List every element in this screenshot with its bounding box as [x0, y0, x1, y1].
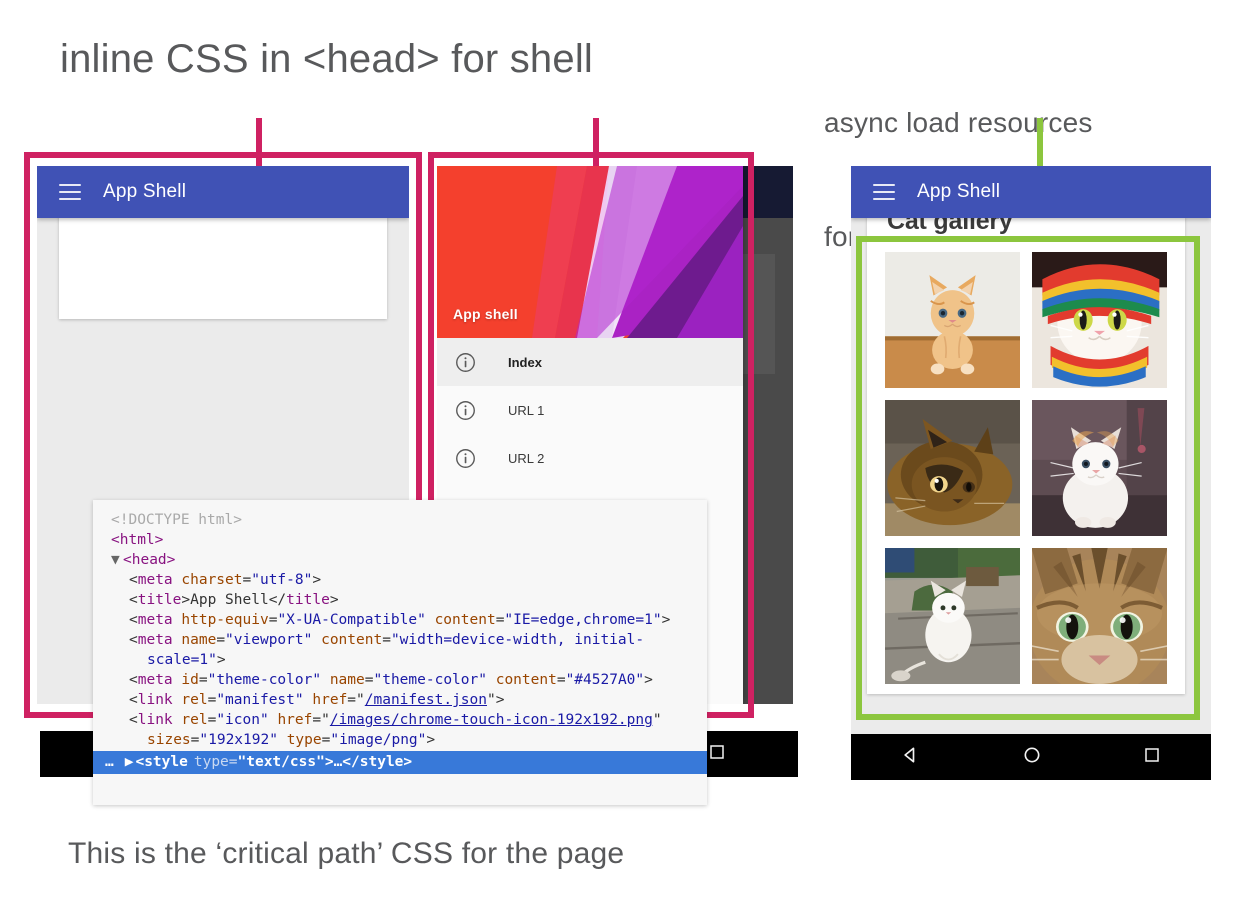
content-attr-token: content — [321, 632, 382, 648]
meta-tag-token: meta — [138, 572, 173, 588]
devtools-elements-panel[interactable]: <!DOCTYPE html> <html> ▼<head> <meta cha… — [93, 500, 707, 805]
viewport-value-token: "viewport" — [225, 632, 312, 648]
caption-inline-css: inline CSS in <head> for shell — [60, 32, 593, 86]
hamburger-menu-icon[interactable] — [59, 184, 81, 200]
sizes-attr-token: sizes — [147, 732, 191, 748]
icon-href-link-part1[interactable]: /images/chrome-touch-icon- — [330, 712, 557, 728]
themecolor-name-token: "theme-color" — [373, 672, 487, 688]
code-line-meta-httpequiv: <meta http-equiv="X-UA-Compatible" conte… — [93, 610, 707, 630]
icon-rel-token: "icon" — [216, 712, 268, 728]
code-line-link-icon: <link rel="icon" href="/images/chrome-to… — [93, 710, 707, 750]
name-attr-token: name — [181, 632, 216, 648]
code-line-meta-viewport: <meta name="viewport" content="width=dev… — [93, 630, 707, 670]
devtools-selected-node-style[interactable]: … ▶ <styletype="text/css">…</style> — [93, 751, 707, 774]
title-text-token: App Shell — [190, 592, 269, 608]
httpequiv-value-token: "X-UA-Compatible" — [277, 612, 425, 628]
code-line-title: <title>App Shell</title> — [93, 590, 707, 610]
code-line-meta-themecolor: <meta id="theme-color" name="theme-color… — [93, 670, 707, 690]
meta-tag-token: meta — [138, 632, 173, 648]
expand-arrow-icon[interactable]: ▼ — [111, 550, 123, 570]
themecolor-content-token: "#4527A0" — [566, 672, 645, 688]
style-ellipsis: … — [334, 752, 343, 772]
app-shell-appbar-title: App Shell — [103, 181, 186, 203]
type-css-value-token: "text/css" — [238, 752, 325, 772]
rel-attr-token: rel — [181, 712, 207, 728]
manifest-rel-token: "manifest" — [216, 692, 303, 708]
doctype-token: <!DOCTYPE html> — [111, 512, 242, 528]
expand-arrow-icon[interactable]: ▶ — [125, 752, 134, 772]
content-value-ie-token: "IE=edge,chrome=1" — [504, 612, 661, 628]
charset-attr-token: charset — [181, 572, 242, 588]
code-line-doctype: <!DOCTYPE html> — [93, 510, 707, 530]
meta-tag-token: meta — [138, 612, 173, 628]
code-line-meta-charset: <meta charset="utf-8"> — [93, 570, 707, 590]
style-close-token: style — [360, 752, 404, 772]
cats-appbar: App Shell — [851, 166, 1211, 218]
style-tag-token: style — [144, 752, 188, 772]
type-png-value-token: "image/png" — [330, 732, 426, 748]
charset-value-token: "utf-8" — [251, 572, 312, 588]
themecolor-id-token: "theme-color" — [208, 672, 322, 688]
title-tag-token: title — [138, 592, 182, 608]
href-attr-token: href — [277, 712, 312, 728]
head-tag-token: <head> — [123, 552, 175, 568]
href-attr-token: href — [312, 692, 347, 708]
triangle-back-icon[interactable] — [901, 745, 921, 770]
icon-href-link-part2[interactable]: 192x192.png — [557, 712, 653, 728]
type-attr-token: type — [194, 752, 229, 772]
style-open-token: < — [135, 752, 144, 772]
caption-async-load-line1: async load resources — [824, 104, 1145, 142]
html-tag-token: <html> — [111, 532, 163, 548]
link-tag-token: link — [138, 692, 173, 708]
square-recents-icon[interactable] — [1143, 746, 1161, 769]
httpequiv-attr-token: http-equiv — [181, 612, 268, 628]
meta-tag-token: meta — [138, 672, 173, 688]
code-line-html-open: <html> — [93, 530, 707, 550]
type-attr-token: type — [287, 732, 322, 748]
hamburger-menu-icon[interactable] — [873, 184, 895, 200]
name-attr-token: name — [330, 672, 365, 688]
circle-home-icon[interactable] — [1022, 745, 1042, 770]
link-tag-token: link — [138, 712, 173, 728]
code-line-head-open[interactable]: ▼<head> — [93, 550, 707, 570]
title-close-token: title — [286, 592, 330, 608]
caption-critical-path: This is the ‘critical path’ CSS for the … — [68, 833, 624, 875]
rel-attr-token: rel — [181, 692, 207, 708]
ellipsis-badge[interactable]: … — [93, 752, 125, 772]
android-navbar-right — [851, 734, 1211, 780]
sizes-value-token: "192x192" — [199, 732, 278, 748]
app-shell-appbar: App Shell — [37, 166, 409, 218]
id-attr-token: id — [181, 672, 198, 688]
manifest-href-link[interactable]: /manifest.json — [365, 692, 487, 708]
content-attr-token: content — [496, 672, 557, 688]
content-attr-token: content — [435, 612, 496, 628]
square-recents-icon[interactable] — [708, 743, 726, 766]
green-highlight-cat-gallery — [856, 236, 1200, 720]
code-line-link-manifest: <link rel="manifest" href="/manifest.jso… — [93, 690, 707, 710]
cats-appbar-title: App Shell — [917, 181, 1000, 203]
